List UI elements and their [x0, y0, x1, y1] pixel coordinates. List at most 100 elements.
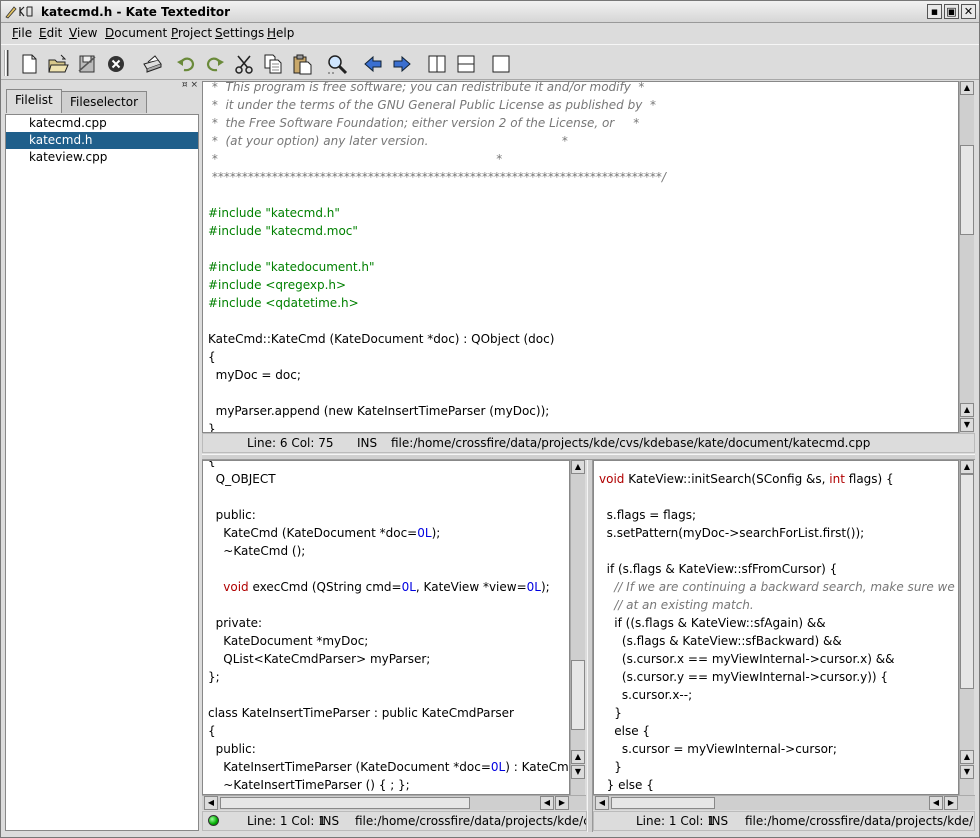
menu-settings[interactable]: Settings — [215, 25, 264, 41]
code-line[interactable]: s.flags = flags; — [594, 506, 958, 524]
bottom-left-vertical-scrollbar[interactable]: ▲ ▲ ▼ — [570, 460, 585, 795]
file-item-katecmd-cpp[interactable]: katecmd.cpp — [6, 115, 198, 132]
close-window-button[interactable]: ✕ — [961, 4, 976, 19]
menu-project[interactable]: Project — [171, 25, 212, 41]
close-icon[interactable] — [103, 51, 129, 77]
back-arrow-icon[interactable] — [360, 51, 386, 77]
scroll-right-icon[interactable]: ▶ — [555, 796, 569, 810]
code-line[interactable]: (s.cursor.x == myViewInternal->cursor.x)… — [594, 650, 958, 668]
scroll-down-icon[interactable]: ▼ — [960, 765, 974, 779]
redo-icon[interactable] — [202, 51, 228, 77]
code-line[interactable]: { — [203, 348, 666, 366]
code-line[interactable]: #include "katecmd.h" — [203, 204, 666, 222]
scroll-thumb[interactable] — [571, 660, 585, 730]
scroll-up-icon[interactable]: ▲ — [571, 750, 585, 764]
menu-file[interactable]: File — [12, 25, 32, 41]
code-line[interactable]: class KateInsertTimeParser : public Kate… — [203, 704, 569, 722]
scroll-thumb[interactable] — [220, 797, 470, 809]
code-line[interactable]: { — [203, 722, 569, 740]
code-line[interactable]: #include <qregexp.h> — [203, 276, 666, 294]
scroll-up-icon[interactable]: ▲ — [960, 81, 974, 95]
code-line[interactable]: (s.flags & KateView::sfBackward) && — [594, 632, 958, 650]
code-line[interactable] — [594, 488, 958, 506]
code-line[interactable] — [203, 384, 666, 402]
single-view-icon[interactable] — [488, 51, 514, 77]
code-line[interactable] — [203, 686, 569, 704]
scroll-left-icon[interactable]: ◀ — [540, 796, 554, 810]
scroll-thumb[interactable] — [960, 145, 974, 235]
code-line[interactable]: // at an existing match. — [594, 596, 958, 614]
code-line[interactable]: * (at your option) any later version. * — [203, 132, 666, 150]
copy-icon[interactable] — [260, 51, 286, 77]
code-line[interactable]: s.cursor.x--; — [594, 686, 958, 704]
menu-help[interactable]: Help — [267, 25, 294, 41]
code-line[interactable]: } — [594, 704, 958, 722]
cut-icon[interactable] — [231, 51, 257, 77]
code-line[interactable]: s.setPattern(myDoc->searchForList.first(… — [594, 524, 958, 542]
code-line[interactable]: if ((s.flags & KateView::sfAgain) && — [594, 614, 958, 632]
kate-icon[interactable] — [4, 3, 38, 20]
code-line[interactable]: void execCmd (QString cmd=0L, KateView *… — [203, 578, 569, 596]
code-line[interactable]: * it under the terms of the GNU General … — [203, 96, 666, 114]
code-line[interactable] — [203, 240, 666, 258]
code-line[interactable]: void KateView::initSearch(SConfig &s, in… — [594, 470, 958, 488]
split-vertical-icon[interactable] — [424, 51, 450, 77]
save-icon[interactable] — [74, 51, 100, 77]
code-line[interactable]: * This program is free software; you can… — [203, 82, 666, 96]
code-line[interactable]: KateCmd (KateDocument *doc=0L); — [203, 524, 569, 542]
bottom-right-horizontal-scrollbar[interactable]: ◀ ◀ ▶ — [593, 795, 975, 810]
open-file-icon[interactable] — [45, 51, 71, 77]
code-line[interactable]: } else { — [594, 776, 958, 794]
sidebar-close-icon[interactable]: ¤ × — [182, 81, 198, 90]
scroll-right-icon[interactable]: ▶ — [944, 796, 958, 810]
code-area-top[interactable]: * This program is free software; you can… — [203, 82, 666, 432]
code-line[interactable] — [203, 560, 569, 578]
code-line[interactable] — [203, 186, 666, 204]
find-icon[interactable] — [324, 51, 350, 77]
title-bar[interactable]: katecmd.h - Kate Texteditor ▪ ▣ ✕ — [1, 1, 979, 23]
paste-icon[interactable] — [289, 51, 315, 77]
menu-document[interactable]: Document — [105, 25, 167, 41]
code-line[interactable]: ~KateCmd (); — [203, 542, 569, 560]
code-line[interactable] — [203, 488, 569, 506]
code-line[interactable]: Q_OBJECT — [203, 470, 569, 488]
tab-filelist[interactable]: Filelist — [6, 89, 62, 113]
code-line[interactable]: } — [594, 758, 958, 776]
menu-edit[interactable]: Edit — [39, 25, 62, 41]
code-line[interactable]: ~KateInsertTimeParser () { ; }; — [203, 776, 569, 794]
editor-bottom-left-pane[interactable]: { Q_OBJECT public: KateCmd (KateDocument… — [202, 460, 570, 795]
code-line[interactable]: if (s.flags & KateView::sfFromCursor) { — [594, 560, 958, 578]
top-vertical-scrollbar[interactable]: ▲ ▲ ▼ — [959, 81, 974, 433]
scroll-down-icon[interactable]: ▼ — [571, 765, 585, 779]
scroll-up-icon[interactable]: ▲ — [960, 460, 974, 474]
tab-fileselector[interactable]: Fileselector — [61, 91, 148, 113]
code-line[interactable]: // If we are continuing a backward searc… — [594, 578, 958, 596]
code-line[interactable]: KateInsertTimeParser (KateDocument *doc=… — [203, 758, 569, 776]
code-line[interactable] — [203, 596, 569, 614]
code-line[interactable]: public: — [203, 740, 569, 758]
code-line[interactable]: QList<KateCmdParser> myParser; — [203, 650, 569, 668]
code-line[interactable]: * * — [203, 150, 666, 168]
file-item-kateview-cpp[interactable]: kateview.cpp — [6, 149, 198, 166]
bottom-right-vertical-scrollbar[interactable]: ▲ ▲ ▼ — [959, 460, 974, 795]
minimize-button[interactable]: ▪ — [927, 4, 942, 19]
code-line[interactable]: #include "katedocument.h" — [203, 258, 666, 276]
code-line[interactable]: { — [203, 461, 569, 470]
code-line[interactable] — [203, 312, 666, 330]
code-line[interactable]: KateDocument *myDoc; — [203, 632, 569, 650]
code-line[interactable]: }; — [203, 668, 569, 686]
code-line[interactable]: #include <qdatetime.h> — [203, 294, 666, 312]
toolbar-handle[interactable] — [4, 50, 9, 76]
file-item-katecmd-h[interactable]: katecmd.h — [6, 132, 198, 149]
scroll-left-icon[interactable]: ◀ — [204, 796, 218, 810]
code-line[interactable]: myParser.append (new KateInsertTimeParse… — [203, 402, 666, 420]
scroll-left-icon[interactable]: ◀ — [595, 796, 609, 810]
code-line[interactable]: } — [203, 420, 666, 432]
scroll-left-icon[interactable]: ◀ — [929, 796, 943, 810]
scroll-up-icon[interactable]: ▲ — [960, 750, 974, 764]
scroll-up-icon[interactable]: ▲ — [960, 403, 974, 417]
bottom-left-horizontal-scrollbar[interactable]: ◀ ◀ ▶ — [202, 795, 586, 810]
split-horizontal-icon[interactable] — [453, 51, 479, 77]
print-icon[interactable] — [139, 51, 165, 77]
code-line[interactable]: public: — [203, 506, 569, 524]
